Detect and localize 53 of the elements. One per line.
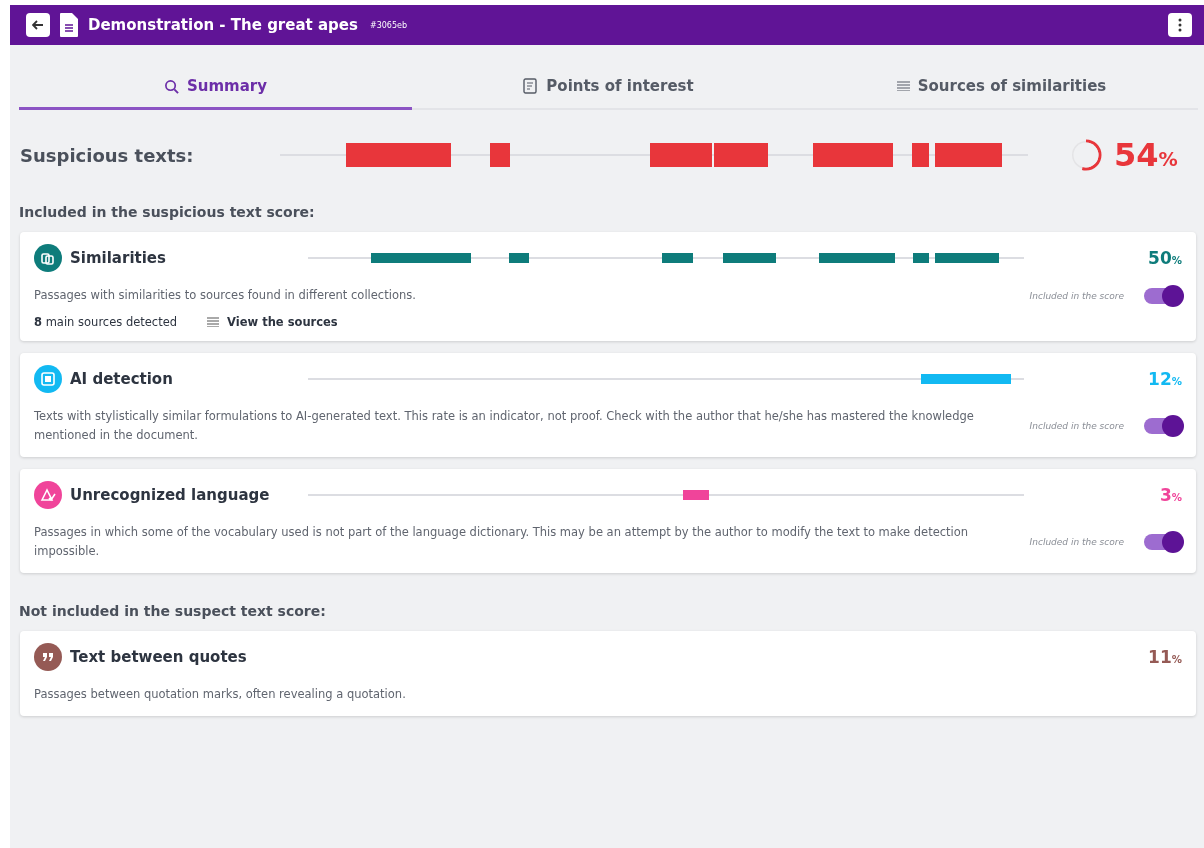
passage-bar [683, 490, 709, 500]
score-toggle[interactable] [1144, 287, 1182, 304]
document-icon [523, 78, 539, 94]
suspicious-passage-bar [912, 143, 930, 167]
passage-bar [662, 253, 694, 263]
toggle-label: Included in the score [1029, 421, 1124, 431]
suspicious-score: 54% [1114, 136, 1179, 174]
tab[interactable]: Summary [19, 67, 412, 110]
suspicious-passage-bar [490, 143, 511, 167]
toggle-label: Included in the score [1029, 290, 1124, 301]
tab[interactable]: Points of interest [412, 67, 805, 110]
card-title: AI detection [70, 370, 174, 388]
list-icon [207, 317, 220, 327]
search-icon [163, 78, 179, 94]
suspicious-passage-bar [650, 143, 713, 167]
card-percentage: 11% [1147, 647, 1182, 667]
back-arrow-icon [32, 20, 44, 30]
passage-bar [934, 253, 999, 263]
toggle-label: Included in the score [1029, 537, 1124, 547]
card-title: Text between quotes [70, 648, 248, 666]
section-heading: Not included in the suspect text score: [19, 603, 327, 619]
card-description: Passages with similarities to sources found in different collections. [34, 287, 417, 304]
view-sources-link[interactable]: View the sources [207, 315, 338, 329]
language-icon [34, 481, 62, 509]
menu-icon [1178, 18, 1182, 32]
passage-bar [913, 253, 930, 263]
menu-button[interactable] [1168, 13, 1192, 37]
quotes-icon [34, 643, 62, 671]
back-button[interactable] [26, 13, 50, 37]
card-percentage: 3% [1158, 485, 1182, 505]
suspicious-passage-bar [713, 143, 769, 167]
document-icon [60, 13, 78, 37]
suspicious-passage-bar [934, 143, 1002, 167]
card-title: Similarities [70, 249, 167, 267]
score-toggle[interactable] [1144, 534, 1182, 550]
ai-icon [34, 365, 62, 393]
sources-count: 8 main sources detected [34, 315, 178, 329]
list-icon [896, 81, 910, 91]
document-title: Demonstration - The great apes [88, 16, 358, 34]
score-toggle[interactable] [1144, 418, 1182, 434]
passage-bar [509, 253, 529, 263]
section-heading: Included in the suspicious text score: [19, 204, 316, 220]
tab[interactable]: Sources of similarities [805, 67, 1198, 110]
passage-bar [723, 253, 776, 263]
similarity-icon [34, 244, 62, 272]
card-title: Unrecognized language [70, 486, 271, 504]
card-description: Passages in which some of the vocabulary used is not part of the language dictionary. This may be an attempt by the author to modify the text to make detection impossible. [34, 524, 970, 560]
card-description: Texts with stylistically similar formulations to AI-generated text. This rate is an indicator, not proof. Check with the author that he/she has mastered the knowledge mentioned in the document. [34, 408, 975, 444]
suspicious-label: Suspicious texts: [20, 144, 195, 166]
card-percentage: 12% [1147, 369, 1182, 389]
document-id: #3065eb [369, 20, 407, 30]
card-description: Passages between quotation marks, often revealing a quotation. [34, 686, 407, 703]
card-percentage: 50% [1147, 248, 1182, 268]
